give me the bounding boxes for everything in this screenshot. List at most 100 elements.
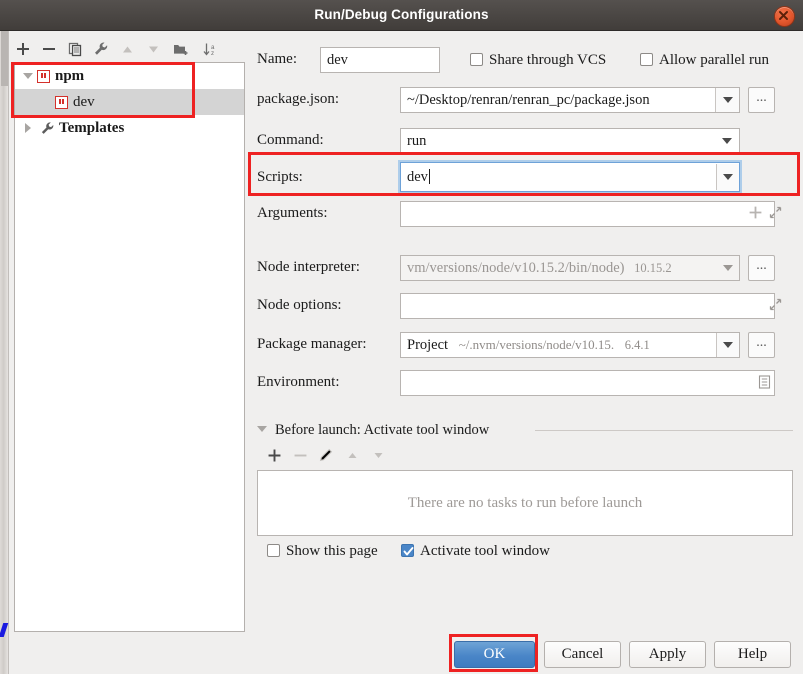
arrow-up-icon <box>122 46 132 52</box>
close-icon[interactable] <box>774 6 795 27</box>
tree-item-dev[interactable]: dev <box>15 89 244 115</box>
list-edit-icon <box>758 375 771 389</box>
move-up-button[interactable] <box>116 38 138 60</box>
node-interpreter-label: Node interpreter: <box>257 259 360 275</box>
text-cursor <box>428 169 430 184</box>
expand-arguments-button[interactable] <box>769 206 782 224</box>
before-launch-toolbar <box>263 444 403 466</box>
name-label: Name: <box>257 51 297 67</box>
node-interpreter-dropdown-arrow[interactable] <box>717 256 739 280</box>
share-through-vcs-label[interactable]: Share through VCS <box>489 52 606 68</box>
arguments-input[interactable] <box>400 201 775 227</box>
node-options-input[interactable] <box>400 293 775 319</box>
wrench-glyph <box>41 121 53 134</box>
expand-toggle-templates[interactable] <box>19 123 37 133</box>
package-manager-version: 6.4.1 <box>624 338 650 352</box>
before-launch-empty-text: There are no tasks to run before launch <box>407 494 643 511</box>
package-manager-browse-button[interactable]: ... <box>748 332 775 358</box>
remove-task-button[interactable] <box>289 444 311 466</box>
activate-tool-window-label[interactable]: Activate tool window <box>420 543 550 559</box>
sort-configurations-button[interactable]: a z <box>200 38 222 60</box>
folder-add-icon <box>174 44 188 55</box>
wrench-icon <box>95 42 108 55</box>
before-launch-header[interactable]: Before launch: Activate tool window <box>255 420 795 440</box>
expand-toggle-npm[interactable] <box>19 73 37 79</box>
tree-item-npm[interactable]: npm <box>15 63 244 89</box>
task-move-down-button[interactable] <box>367 444 389 466</box>
command-combo[interactable]: run <box>400 128 740 154</box>
close-glyph <box>779 11 788 20</box>
edit-environment-button[interactable] <box>758 375 771 394</box>
node-interpreter-value: vm/versions/node/v10.15.2/bin/node) <box>407 260 625 276</box>
minus-icon <box>43 48 55 50</box>
before-launch-title: Before launch: Activate tool window <box>275 422 490 438</box>
activate-tool-window-checkbox[interactable] <box>401 544 414 557</box>
tree-item-templates[interactable]: Templates <box>15 115 244 141</box>
add-configuration-button[interactable] <box>12 38 34 60</box>
remove-configuration-button[interactable] <box>38 38 60 60</box>
before-launch-task-list[interactable]: There are no tasks to run before launch <box>257 470 793 536</box>
sort-az-icon: a z <box>203 43 215 57</box>
expand-icon <box>769 298 782 311</box>
expand-icon <box>769 206 782 219</box>
scripts-value: dev <box>407 169 428 185</box>
blue-marker <box>0 623 9 637</box>
scrollbar-thumb[interactable] <box>1 31 8 86</box>
show-this-page-label[interactable]: Show this page <box>286 543 378 559</box>
add-task-button[interactable] <box>263 444 285 466</box>
allow-parallel-run-label[interactable]: Allow parallel run <box>659 52 769 68</box>
scripts-dropdown-arrow[interactable] <box>716 164 739 190</box>
tree-item-templates-label: Templates <box>59 119 125 136</box>
allow-parallel-run-checkbox[interactable] <box>640 53 653 66</box>
arrow-up-icon <box>348 452 356 458</box>
cancel-button[interactable]: Cancel <box>544 641 621 668</box>
svg-text:z: z <box>211 50 214 57</box>
before-launch-toggle[interactable] <box>257 426 267 432</box>
dialog-title: Run/Debug Configurations <box>314 7 489 22</box>
run-debug-configurations-dialog: Run/Debug Configurations a z npm dev Tem… <box>0 0 803 674</box>
move-into-folder-button[interactable] <box>170 38 192 60</box>
move-down-button[interactable] <box>142 38 164 60</box>
copy-icon <box>68 42 81 56</box>
chevron-right-icon <box>25 123 31 133</box>
ok-button[interactable]: OK <box>454 641 535 668</box>
package-manager-label: Package manager: <box>257 336 367 352</box>
configurations-tree[interactable]: npm dev Templates <box>14 62 245 632</box>
scripts-combo-input[interactable]: dev <box>400 162 740 192</box>
package-manager-combo[interactable]: Project ~/.nvm/versions/node/v10.15. 6.4… <box>400 332 740 358</box>
package-json-input[interactable]: ~/Desktop/renran/renran_pc/package.json <box>400 87 740 113</box>
edit-task-button[interactable] <box>315 444 337 466</box>
node-options-label: Node options: <box>257 297 342 313</box>
expand-node-options-button[interactable] <box>769 298 782 316</box>
show-this-page-checkbox[interactable] <box>267 544 280 557</box>
package-json-dropdown-arrow[interactable] <box>715 88 739 112</box>
wrench-icon <box>37 121 57 136</box>
plus-icon <box>268 449 280 461</box>
chevron-down-icon <box>23 73 33 79</box>
package-manager-path: ~/.nvm/versions/node/v10.15. <box>458 337 615 352</box>
environment-input[interactable] <box>400 370 775 396</box>
copy-configuration-button[interactable] <box>64 38 86 60</box>
package-manager-dropdown-arrow[interactable] <box>716 333 739 357</box>
package-json-browse-button[interactable]: ... <box>748 87 775 113</box>
tree-item-npm-label: npm <box>55 67 85 84</box>
chevron-down-icon <box>722 138 732 144</box>
package-json-label: package.json: <box>257 91 340 107</box>
apply-button[interactable]: Apply <box>629 641 706 668</box>
task-move-up-button[interactable] <box>341 444 363 466</box>
node-interpreter-browse-button[interactable]: ... <box>748 255 775 281</box>
command-dropdown-arrow[interactable] <box>715 129 739 153</box>
name-input[interactable]: dev <box>320 47 440 73</box>
environment-label: Environment: <box>257 374 340 390</box>
share-through-vcs-checkbox[interactable] <box>470 53 483 66</box>
edit-templates-button[interactable] <box>90 38 112 60</box>
chevron-down-icon <box>723 174 733 180</box>
arguments-label: Arguments: <box>257 205 328 221</box>
add-argument-button[interactable] <box>749 206 762 224</box>
help-button[interactable]: Help <box>714 641 791 668</box>
node-interpreter-combo[interactable]: vm/versions/node/v10.15.2/bin/node) 10.1… <box>400 255 740 281</box>
chevron-down-icon <box>257 426 267 432</box>
chevron-down-icon <box>723 342 733 348</box>
window-left-scrollbar[interactable] <box>0 31 9 674</box>
arrow-down-icon <box>374 452 382 458</box>
